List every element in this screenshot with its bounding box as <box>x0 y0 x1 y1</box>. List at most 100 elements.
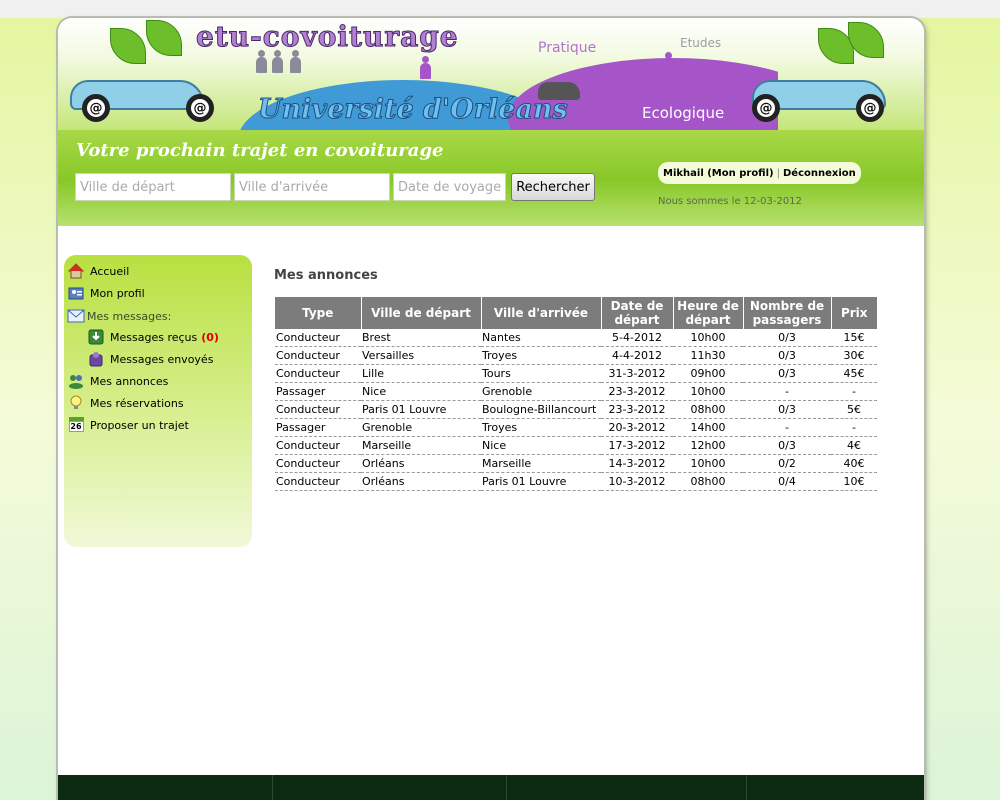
sidebar-item-label: Mon profil <box>90 286 145 300</box>
table-cell: 15€ <box>831 329 877 347</box>
table-cell: 4€ <box>831 436 877 455</box>
table-row[interactable]: Conducteur Orléans Paris 01 Louvre 10-3-201… <box>275 472 877 491</box>
wheel-at-icon: @ <box>186 94 214 122</box>
table-cell: 20-3-2012 <box>601 418 673 437</box>
person-icon <box>290 50 301 73</box>
table-cell: Troyes <box>481 346 601 365</box>
sidebar-item-profile[interactable]: Mon profil <box>68 285 145 301</box>
sidebar-item-sent[interactable]: Messages envoyés <box>88 351 213 367</box>
sidebar-item-label: Accueil <box>90 264 130 278</box>
table-cell: Grenoble <box>481 382 601 401</box>
column-header: Ville d'arrivée <box>481 297 602 329</box>
table-cell: Passager <box>275 418 361 437</box>
table-row[interactable]: Conducteur Marseille Nice 17-3-2012 12h00 0/3… <box>275 436 877 455</box>
table-cell: 10h00 <box>673 329 743 347</box>
table-cell: 4-4-2012 <box>601 346 673 365</box>
table-cell: - <box>743 418 831 437</box>
wheel-at-icon: @ <box>752 94 780 122</box>
table-cell: Conducteur <box>275 364 361 383</box>
table-header-row: Type Ville de départ Ville d'arrivée Dat… <box>275 297 877 329</box>
table-cell: 08h00 <box>673 472 743 491</box>
table-cell: 10-3-2012 <box>601 472 673 491</box>
envelope-icon <box>67 309 85 323</box>
table-cell: 0/4 <box>743 472 831 491</box>
table-cell: Nice <box>361 382 481 401</box>
sidebar-item-propose[interactable]: 26 Proposer un trajet <box>68 417 189 433</box>
table-cell: - <box>743 382 831 401</box>
table-cell: Passager <box>275 382 361 401</box>
separator: | <box>776 167 780 179</box>
table-cell: Conducteur <box>275 436 361 455</box>
table-cell: 10€ <box>831 472 877 491</box>
footer-divider <box>506 775 507 800</box>
sidebar-item-bookings[interactable]: Mes réservations <box>68 395 184 411</box>
column-header: Nombre de passagers <box>743 297 832 329</box>
group-people-icon <box>68 373 84 389</box>
messages-group-label: Mes messages: <box>87 309 172 323</box>
sidebar-item-received[interactable]: Messages reçus (0) <box>88 329 219 345</box>
site-logo-title[interactable]: etu-covoiturage <box>196 20 459 54</box>
table-cell: 40€ <box>831 454 877 473</box>
table-body: Conducteur Brest Nantes 5-4-2012 10h00 0/3 15€… <box>275 329 877 491</box>
profile-link[interactable]: Mikhail (Mon profil) <box>663 168 774 179</box>
table-cell: 0/3 <box>743 346 831 365</box>
table-cell: Nantes <box>481 329 601 347</box>
page-title: Mes annonces <box>274 268 378 283</box>
current-date: Nous sommes le 12-03-2012 <box>658 196 802 207</box>
table-row[interactable]: Conducteur Versailles Troyes 4-4-2012 11h30 0… <box>275 346 877 365</box>
table-cell: 10h00 <box>673 382 743 401</box>
table-row[interactable]: Passager Grenoble Troyes 20-3-2012 14h00- - <box>275 418 877 437</box>
table-cell: 0/3 <box>743 364 831 383</box>
column-header: Heure de départ <box>673 297 744 329</box>
table-cell: Troyes <box>481 418 601 437</box>
sidebar-item-ads[interactable]: Mes annonces <box>68 373 168 389</box>
column-header: Prix <box>831 297 877 329</box>
table-cell: - <box>831 382 877 401</box>
lightbulb-icon <box>68 395 84 411</box>
footer-divider <box>272 775 273 800</box>
table-cell: 5-4-2012 <box>601 329 673 347</box>
leaf-icon <box>146 20 182 56</box>
search-button[interactable]: Rechercher <box>511 173 595 201</box>
sidebar-item-label: Mes réservations <box>90 396 184 410</box>
column-header: Date de départ <box>601 297 674 329</box>
table-cell: 10h00 <box>673 454 743 473</box>
table-row[interactable]: Conducteur Lille Tours 31-3-2012 09h00 0/3 45€ <box>275 364 877 383</box>
table-cell: 09h00 <box>673 364 743 383</box>
departure-city-input[interactable] <box>75 173 231 201</box>
table-cell: 31-3-2012 <box>601 364 673 383</box>
banner-word-ecologique: Ecologique <box>642 104 725 122</box>
table-cell: Conducteur <box>275 472 361 491</box>
banner-word-etudes: Etudes <box>680 36 722 50</box>
column-header: Type <box>275 297 362 329</box>
table-row[interactable]: Conducteur Brest Nantes 5-4-2012 10h00 0/3 15€ <box>275 329 877 347</box>
table-cell: 11h30 <box>673 346 743 365</box>
unread-count-badge: (0) <box>201 330 219 344</box>
arrival-city-input[interactable] <box>234 173 390 201</box>
table-cell: Conducteur <box>275 400 361 419</box>
column-header: Ville de départ <box>361 297 482 329</box>
table-row[interactable]: Conducteur Paris 01 Louvre Boulogne-Billan… <box>275 400 877 419</box>
leaf-icon <box>110 28 146 64</box>
travel-date-input[interactable] <box>393 173 506 201</box>
table-cell: Grenoble <box>361 418 481 437</box>
table-cell: 17-3-2012 <box>601 436 673 455</box>
table-row[interactable]: Passager Nice Grenoble 23-3-2012 10h00- - <box>275 382 877 401</box>
table-cell: Brest <box>361 329 481 347</box>
table-cell: Conducteur <box>275 454 361 473</box>
footer-divider <box>746 775 747 800</box>
table-cell: Conducteur <box>275 346 361 365</box>
footer-bar <box>58 775 924 800</box>
logout-link[interactable]: Déconnexion <box>783 168 856 179</box>
table-cell: 45€ <box>831 364 877 383</box>
person-icon <box>663 52 674 75</box>
sidebar-item-label: Proposer un trajet <box>90 418 189 432</box>
header-banner: @ @ @ @ etu-covoiturage Université d'Orl… <box>58 18 924 200</box>
banner-word-pratique: Pratique <box>538 40 597 56</box>
table-cell: Marseille <box>361 436 481 455</box>
table-row[interactable]: Conducteur Orléans Marseille 14-3-2012 10h00… <box>275 454 877 473</box>
sidebar-item-home[interactable]: Accueil <box>68 263 129 279</box>
table-cell: 0/2 <box>743 454 831 473</box>
search-title: Votre prochain trajet en covoiturage <box>76 140 444 161</box>
table-cell: 12h00 <box>673 436 743 455</box>
